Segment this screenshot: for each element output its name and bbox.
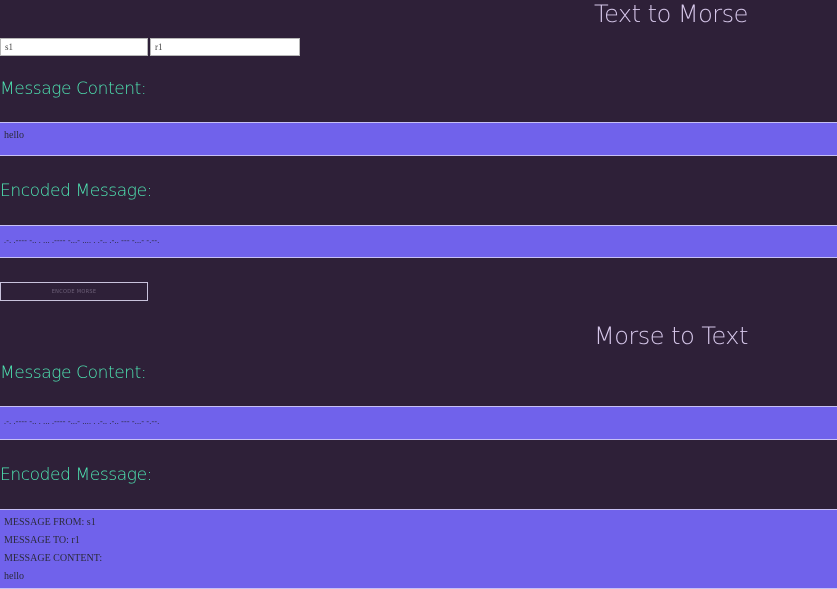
decoded-message-box[interactable]: MESSAGE FROM: s1 MESSAGE TO: r1 MESSAGE … <box>0 509 837 589</box>
message-content-text: hello <box>4 130 24 141</box>
morse-to-text-title: Morse to Text <box>594 322 748 350</box>
encoded-message-text: .-. .---- -.. . ... .---- -...- .... . .… <box>4 236 160 245</box>
morse-content-label: Message Content: <box>0 363 147 383</box>
message-content-box[interactable]: hello <box>0 122 837 156</box>
encoded-message-label: Encoded Message: <box>0 181 152 201</box>
sender-input[interactable] <box>0 38 148 56</box>
recipient-input[interactable] <box>150 38 300 56</box>
decoded-content-text: hello <box>4 571 24 582</box>
decoded-to-line: MESSAGE TO: r1 <box>4 535 80 546</box>
morse-content-box[interactable]: .-. .---- -.. . ... .---- -...- .... . .… <box>0 406 837 440</box>
encoded-message-box[interactable]: .-. .---- -.. . ... .---- -...- .... . .… <box>0 225 837 258</box>
morse-page: Text to Morse Message Content: hello Enc… <box>0 0 837 589</box>
message-content-label: Message Content: <box>0 79 147 99</box>
encode-morse-button[interactable]: ENCODE MORSE <box>0 282 148 301</box>
text-to-morse-title: Text to Morse <box>594 0 748 28</box>
morse-content-text: .-. .---- -.. . ... .---- -...- .... . .… <box>4 417 160 426</box>
decoded-message-label: Encoded Message: <box>0 465 152 485</box>
decoded-from-line: MESSAGE FROM: s1 <box>4 517 96 528</box>
decoded-content-heading: MESSAGE CONTENT: <box>4 553 103 564</box>
